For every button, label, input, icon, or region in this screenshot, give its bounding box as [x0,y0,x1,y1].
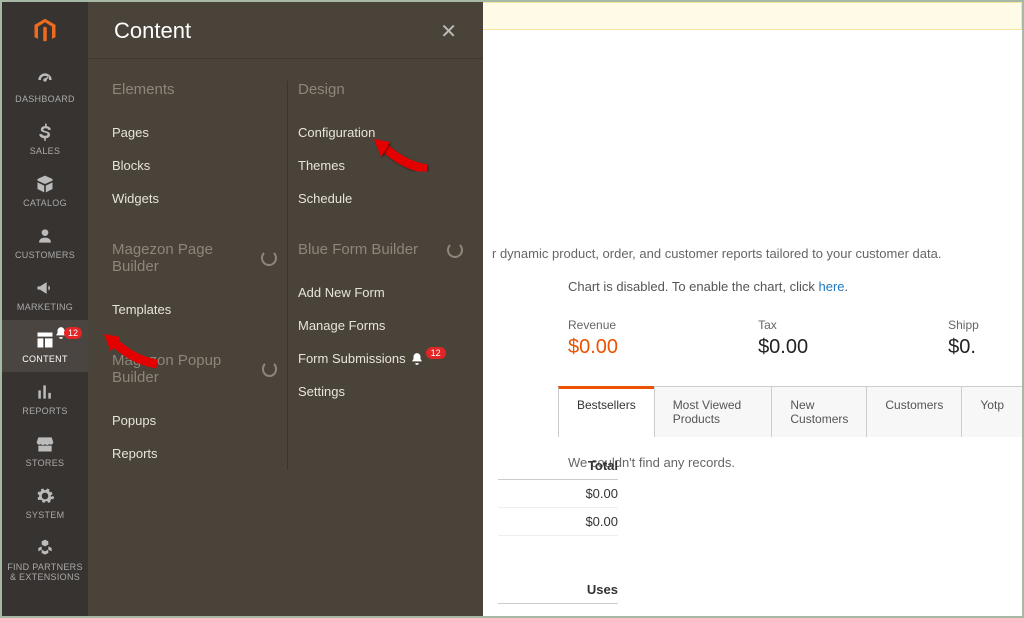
sidebar-item-label: MARKETING [4,302,86,312]
bars-icon [4,382,86,402]
menu-reports[interactable]: Reports [112,437,277,470]
tab-yotp[interactable]: Yotp [961,386,1022,437]
sidebar-item-system[interactable]: SYSTEM [2,476,88,528]
menu-themes[interactable]: Themes [298,149,463,182]
person-icon [4,226,86,246]
loading-spinner-icon [262,361,277,377]
menu-settings[interactable]: Settings [298,375,463,408]
sidebar-item-label: SALES [4,146,86,156]
totals-row: $0.00 [498,508,618,536]
uses-header: Uses [587,582,618,597]
sidebar-item-dashboard[interactable]: DASHBOARD [2,60,88,112]
box-icon [4,174,86,194]
flyout-heading: Magezon Popup Builder [112,352,277,386]
badge-count: 12 [426,347,446,359]
menu-configuration[interactable]: Configuration [298,116,463,149]
sidebar-item-label: SYSTEM [4,510,86,520]
menu-add-new-form[interactable]: Add New Form [298,276,463,309]
flyout-heading: Elements [112,81,277,98]
sidebar-item-marketing[interactable]: MARKETING [2,268,88,320]
totals-row: $0.00 [498,480,618,508]
tab-most-viewed-products[interactable]: Most Viewed Products [654,386,773,437]
sidebar-item-stores[interactable]: STORES [2,424,88,476]
chart-note-suffix: . [845,279,849,294]
chart-note-prefix: Chart is disabled. To enable the chart, … [568,279,819,294]
menu-form-submissions[interactable]: Form Submissions12 [298,342,463,375]
sidebar-item-label: CONTENT [4,354,86,364]
cubes-icon [4,538,86,558]
kpi-label: Shipp [948,318,979,332]
sidebar-item-content[interactable]: CONTENT 12 [2,320,88,372]
kpi-revenue: Revenue $0.00 [568,318,618,359]
kpi-value: $0.00 [758,336,808,359]
flyout-heading: Design [298,81,463,98]
menu-pages[interactable]: Pages [112,116,277,149]
menu-popups[interactable]: Popups [112,404,277,437]
storefront-icon [4,434,86,454]
sidebar-item-label: FIND PARTNERS & EXTENSIONS [4,562,86,582]
megaphone-icon [4,278,86,298]
enable-chart-link[interactable]: here [819,279,845,294]
dollar-icon [4,122,86,142]
menu-manage-forms[interactable]: Manage Forms [298,309,463,342]
admin-sidebar: DASHBOARD SALES CATALOG CUSTOMERS MARKETING C… [2,2,88,616]
flyout-title: Content [114,18,191,44]
content-flyout: Content ✕ Elements PagesBlocksWidgets Mage… [88,2,483,616]
sidebar-item-label: CATALOG [4,198,86,208]
tab-new-customers[interactable]: New Customers [771,386,867,437]
sidebar-item-label: CUSTOMERS [4,250,86,260]
menu-schedule[interactable]: Schedule [298,182,463,215]
loading-spinner-icon [447,242,463,258]
sidebar-item-sales[interactable]: SALES [2,112,88,164]
menu-templates[interactable]: Templates [112,293,277,326]
flyout-heading: Blue Form Builder [298,241,463,258]
gauge-icon [4,70,86,90]
menu-blocks[interactable]: Blocks [112,149,277,182]
close-icon[interactable]: ✕ [440,19,457,44]
gear-icon [4,486,86,506]
menu-widgets[interactable]: Widgets [112,182,277,215]
tab-bestsellers[interactable]: Bestsellers [558,386,655,437]
kpi-label: Revenue [568,318,618,332]
notification-badge: 12 [54,326,82,340]
kpi-label: Tax [758,318,808,332]
totals-mini-table: Total $0.00$0.00 Uses [498,452,618,604]
kpi-shipp: Shipp $0. [948,318,979,359]
flyout-heading: Magezon Page Builder [112,241,277,275]
bell-icon [410,352,424,366]
sidebar-item-label: DASHBOARD [4,94,86,104]
sidebar-item-catalog[interactable]: CATALOG [2,164,88,216]
sidebar-item-customers[interactable]: CUSTOMERS [2,216,88,268]
sidebar-item-label: REPORTS [4,406,86,416]
kpi-value: $0.00 [568,336,618,359]
magento-logo[interactable] [2,2,88,60]
sidebar-item-reports[interactable]: REPORTS [2,372,88,424]
kpi-tax: Tax $0.00 [758,318,808,359]
totals-header: Total [588,458,618,473]
kpi-value: $0. [948,336,979,359]
sidebar-item-label: STORES [4,458,86,468]
tab-customers[interactable]: Customers [866,386,962,437]
sidebar-item-find-partners-extensions[interactable]: FIND PARTNERS & EXTENSIONS [2,528,88,590]
loading-spinner-icon [261,250,277,266]
